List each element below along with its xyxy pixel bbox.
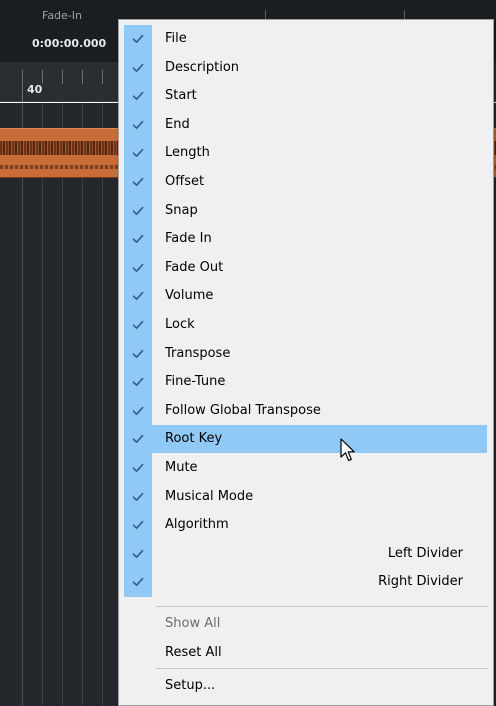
fade-in-value[interactable]: 0:00:00.000 [32,37,106,50]
check-icon [124,368,152,396]
grid-line [42,103,43,706]
menu-item-label: Description [165,59,240,75]
check-icon [124,511,152,539]
check-icon [124,311,152,339]
ruler-tick [22,70,23,102]
menu-item-label: Fade Out [165,259,224,275]
menu-item-fade-in[interactable]: Fade In [119,225,493,253]
check-icon [124,254,152,282]
menu-item-lock[interactable]: Lock [119,311,493,339]
menu-item-show-all: Show All [119,610,493,638]
check-icon [124,168,152,196]
check-icon [124,568,152,596]
menu-item-label: Root Key [165,431,223,447]
menu-item-follow-global-transpose[interactable]: Follow Global Transpose [119,397,493,425]
menu-item-label: Setup... [165,678,216,693]
menu-item-description[interactable]: Description [119,54,493,82]
menu-item-label: Musical Mode [165,488,254,504]
grid-line [22,103,23,706]
menu-item-label: Volume [165,288,214,304]
menu-item-mute[interactable]: Mute [119,454,493,482]
menu-item-label: End [165,116,190,132]
ruler-tick [102,70,103,84]
menu-item-label: File [165,31,187,46]
check-icon [124,54,152,82]
menu-item-label: Transpose [165,345,231,361]
menu-item-snap[interactable]: Snap [119,197,493,225]
menu-item-label: Lock [165,317,195,332]
check-icon [124,111,152,139]
menu-item-label: Reset All [165,645,222,660]
ruler-tick [62,70,63,84]
ruler-tick [82,70,83,84]
check-icon [124,225,152,253]
menu-item-label: Start [165,88,197,104]
menu-item-label: Follow Global Transpose [165,402,321,418]
menu-item-root-key[interactable]: Root Key [124,425,487,454]
grid-line [102,103,103,706]
menu-item-reset-all[interactable]: Reset All [119,639,493,667]
check-icon [124,483,152,511]
menu-item-label: Offset [165,174,205,189]
menu-item-file[interactable]: File [119,25,493,53]
menu-item-fine-tune[interactable]: Fine-Tune [119,368,493,396]
menu-item-label: Mute [165,460,198,475]
grid-line [82,103,83,706]
menu-item-setup[interactable]: Setup... [119,672,493,700]
menu-item-length[interactable]: Length [119,139,493,167]
fade-in-label: Fade-In [42,9,82,22]
check-icon [124,397,152,425]
check-icon [124,340,152,368]
menu-item-start[interactable]: Start [119,82,493,110]
check-icon [124,454,152,482]
menu-item-left-divider[interactable]: Left Divider [119,540,493,568]
check-icon [124,425,152,453]
ruler-bar-number: 40 [27,83,43,96]
menu-item-volume[interactable]: Volume [119,282,493,310]
menu-separator [156,606,488,607]
menu-item-label: Show All [165,616,221,631]
check-icon [124,282,152,310]
menu-item-transpose[interactable]: Transpose [119,340,493,368]
check-icon [124,540,152,568]
menu-item-end[interactable]: End [119,111,493,139]
menu-item-label: Length [165,145,210,161]
check-icon [124,82,152,110]
check-icon [124,25,152,53]
menu-item-algorithm[interactable]: Algorithm [119,511,493,539]
menu-item-label: Right Divider [378,574,463,590]
menu-item-label: Left Divider [387,545,463,561]
grid-line [62,103,63,706]
menu-item-label: Algorithm [165,517,229,533]
menu-item-label: Fine-Tune [165,374,226,390]
menu-item-fade-out[interactable]: Fade Out [119,254,493,282]
menu-item-label: Snap [165,202,198,218]
infoline-setup-context-menu: File Description Start End Length Offset Snap F… [118,19,494,706]
check-icon [124,197,152,225]
mouse-pointer-icon [340,438,355,462]
ruler-tick [42,70,43,84]
menu-separator [156,668,488,669]
menu-item-label: Fade In [165,231,212,247]
check-icon [124,139,152,167]
menu-item-right-divider[interactable]: Right Divider [119,568,493,596]
menu-item-musical-mode[interactable]: Musical Mode [119,483,493,511]
menu-item-offset[interactable]: Offset [119,168,493,196]
